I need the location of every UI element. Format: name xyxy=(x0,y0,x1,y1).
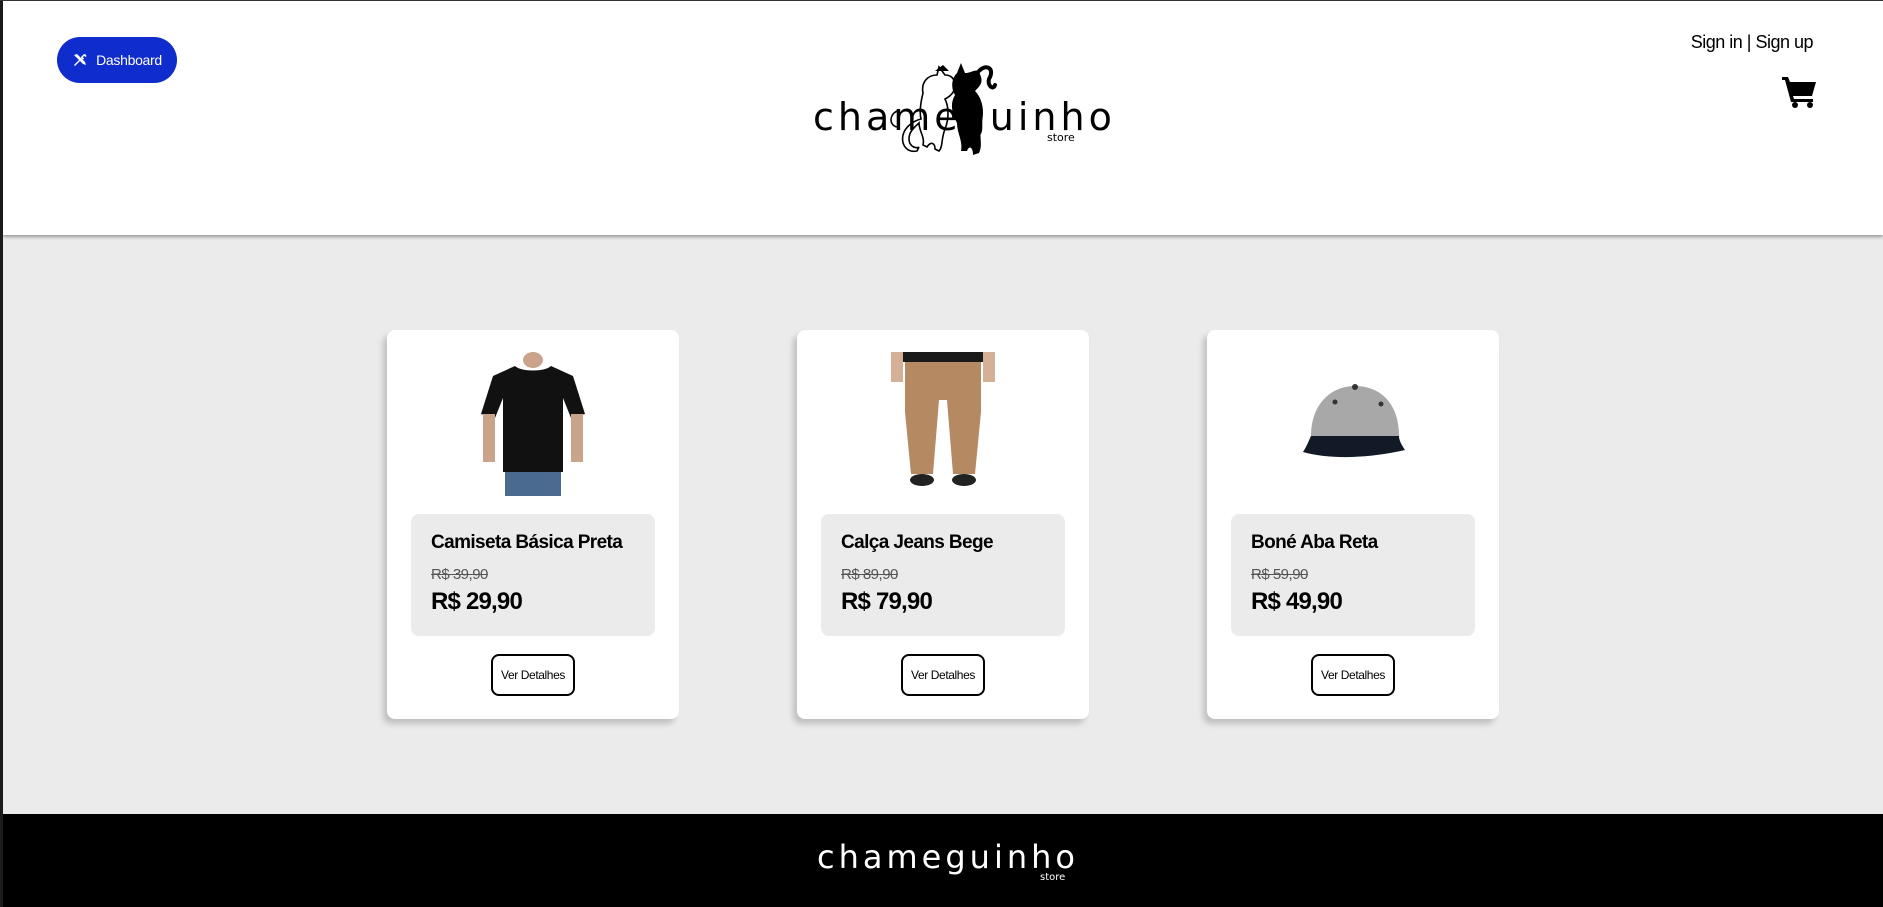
product-image-tshirt[interactable] xyxy=(471,352,595,496)
store-logo[interactable]: chameguinho store xyxy=(813,59,1112,175)
product-old-price: R$ 89,90 xyxy=(841,566,898,583)
product-card: Calça Jeans Bege R$ 89,90 R$ 79,90 Ver D… xyxy=(797,330,1089,719)
site-header: Dashboard chameguinho store Sign in | Si… xyxy=(3,1,1883,235)
black-tshirt-image xyxy=(471,352,595,496)
product-name: Camiseta Básica Preta xyxy=(431,532,623,553)
product-info: Calça Jeans Bege R$ 89,90 R$ 79,90 xyxy=(821,514,1065,636)
product-old-price: R$ 59,90 xyxy=(1251,566,1308,583)
footer-logo-subtitle: store xyxy=(1040,872,1066,883)
site-footer: chameguinho store xyxy=(3,814,1883,907)
sign-up-link[interactable]: Sign up xyxy=(1755,32,1813,52)
product-info: Camiseta Básica Preta R$ 39,90 R$ 29,90 xyxy=(411,514,655,636)
product-name: Calça Jeans Bege xyxy=(841,532,994,553)
product-price: R$ 49,90 xyxy=(1251,588,1343,615)
product-card: Boné Aba Reta R$ 59,90 R$ 49,90 Ver Deta… xyxy=(1207,330,1499,719)
view-details-button[interactable]: Ver Detalhes xyxy=(491,654,575,696)
product-grid: Camiseta Básica Preta R$ 39,90 R$ 29,90 … xyxy=(3,236,1883,814)
grey-cap-image xyxy=(1291,352,1415,496)
view-details-button[interactable]: Ver Detalhes xyxy=(901,654,985,696)
product-name: Boné Aba Reta xyxy=(1251,532,1378,553)
auth-links: Sign in | Sign up xyxy=(1691,32,1814,53)
product-card: Camiseta Básica Preta R$ 39,90 R$ 29,90 … xyxy=(387,330,679,719)
view-details-button[interactable]: Ver Detalhes xyxy=(1311,654,1395,696)
product-price: R$ 29,90 xyxy=(431,588,523,615)
product-old-price: R$ 39,90 xyxy=(431,566,488,583)
tools-icon xyxy=(74,54,87,66)
product-price: R$ 79,90 xyxy=(841,588,933,615)
shopping-cart-icon[interactable] xyxy=(1781,73,1819,109)
product-info: Boné Aba Reta R$ 59,90 R$ 49,90 xyxy=(1231,514,1475,636)
dashboard-button[interactable]: Dashboard xyxy=(57,37,177,83)
footer-logo-wordmark: chameguinho xyxy=(817,838,1079,876)
product-image-jeans[interactable] xyxy=(881,352,1005,496)
dashboard-label: Dashboard xyxy=(96,52,162,68)
sign-in-link[interactable]: Sign in xyxy=(1691,32,1743,52)
beige-jeans-image xyxy=(881,352,1005,496)
auth-separator: | xyxy=(1742,32,1756,52)
footer-logo: chameguinho store xyxy=(813,838,1083,888)
logo-subtitle: store xyxy=(1047,131,1075,144)
product-image-cap[interactable] xyxy=(1291,352,1415,496)
